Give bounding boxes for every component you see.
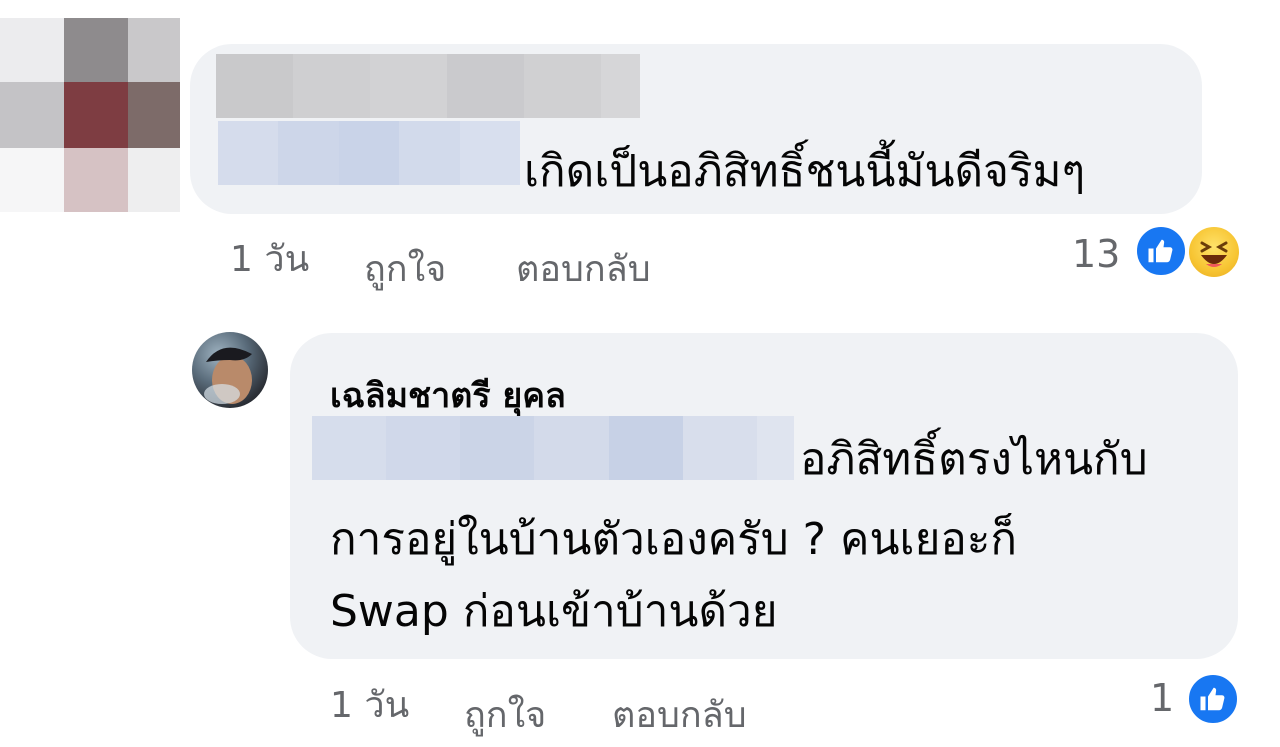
commenter-avatar-censored[interactable] xyxy=(0,18,180,212)
like-icon[interactable] xyxy=(1134,224,1188,278)
reaction-count[interactable]: 1 xyxy=(1150,676,1174,720)
haha-icon[interactable] xyxy=(1186,224,1242,280)
like-button[interactable]: ถูกใจ xyxy=(464,686,546,743)
comment-thread: เกิดเป็นอภิสิทธิ์ชนนี้มันดีจริมๆ 1 วัน ถ… xyxy=(0,0,1280,747)
mention-tag-censored[interactable] xyxy=(312,416,795,480)
commenter-name[interactable]: เฉลิมชาตรี ยุคล xyxy=(330,368,566,422)
reply-button[interactable]: ตอบกลับ xyxy=(612,686,747,743)
like-icon[interactable] xyxy=(1186,672,1240,726)
reaction-count[interactable]: 13 xyxy=(1072,232,1120,276)
comment-text: อภิสิทธิ์ตรงไหนกับ xyxy=(800,434,1148,485)
like-button[interactable]: ถูกใจ xyxy=(364,240,446,297)
comment-text: การอยู่ในบ้านตัวเองครับ ? คนเยอะก็ xyxy=(330,514,1018,565)
reply-button[interactable]: ตอบกลับ xyxy=(516,240,651,297)
comment-timestamp[interactable]: 1 วัน xyxy=(330,676,409,733)
commenter-name-censored[interactable] xyxy=(216,54,641,118)
comment-timestamp[interactable]: 1 วัน xyxy=(230,230,309,287)
comment-text: เกิดเป็นอภิสิทธิ์ชนนี้มันดีจริมๆ xyxy=(524,146,1086,197)
commenter-avatar[interactable] xyxy=(192,332,268,408)
comment-text: Swap ก่อนเข้าบ้านด้วย xyxy=(330,586,778,637)
mention-tag-censored[interactable] xyxy=(218,121,521,185)
